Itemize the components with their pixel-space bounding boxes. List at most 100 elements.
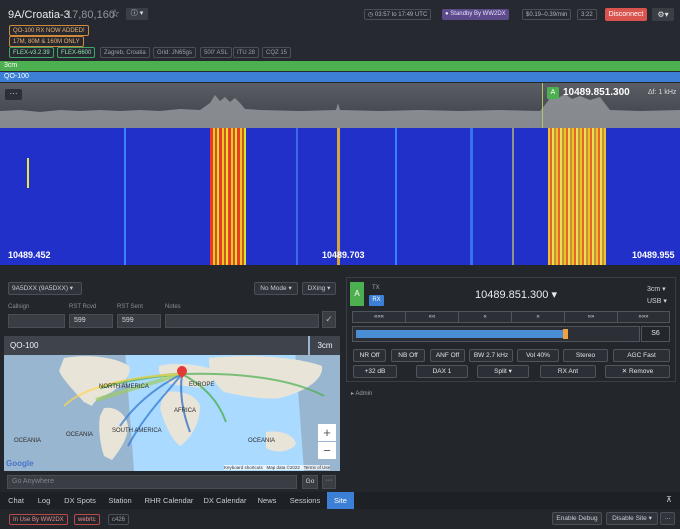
admin-toggle[interactable]: ▸ Admin: [351, 390, 372, 397]
tune-up-2-button[interactable]: »»: [564, 311, 618, 323]
bandwidth-button[interactable]: BW 2.7 kHz: [469, 349, 513, 362]
webrtc-badge: webrtc: [74, 514, 100, 525]
slice-mode-select[interactable]: USB ▾: [647, 297, 667, 305]
panadapter[interactable]: ··· A 10489.851.300 Δf: 1 kHz: [0, 83, 680, 128]
time-badge: 3:22: [577, 9, 597, 20]
band-bar-qo100[interactable]: QO-100: [0, 72, 680, 82]
tab-news[interactable]: News: [255, 492, 279, 509]
zoom-in-button[interactable]: +: [318, 424, 336, 441]
s-meter: [352, 326, 640, 342]
asl-badge: 500' ASL: [200, 47, 232, 58]
location-badge: Zagreb, Croatia: [100, 47, 150, 58]
dxing-select[interactable]: DXing ▾: [302, 282, 336, 295]
radio-version-badge: FLEX-v3.2.39: [9, 47, 54, 58]
clock-icon: ◷: [368, 12, 375, 18]
waterfall-carrier-1: [337, 128, 340, 265]
nr-button[interactable]: NR Off: [353, 349, 386, 362]
map-header: QO-100 3cm: [4, 336, 340, 355]
station-callsign: 9A/Croatia-3: [8, 9, 70, 21]
map-label-pacific-1: OCEANIA: [14, 438, 42, 444]
check-icon[interactable]: ✓: [322, 311, 336, 328]
map-more-button[interactable]: ···: [322, 475, 336, 489]
tune-down-1-button[interactable]: «: [458, 311, 512, 323]
utc-range-badge: ◷ 03:57 to 17:49 UTC: [364, 9, 432, 20]
waterfall[interactable]: [0, 128, 680, 265]
settings-icon[interactable]: ⚙▾: [652, 8, 674, 21]
map-label-oceania: OCEANIA: [248, 438, 276, 444]
slice-frequency[interactable]: 10489.851.300 ▾: [475, 288, 557, 301]
map-label-africa: AFRICA: [174, 408, 197, 414]
tune-down-2-button[interactable]: ««: [405, 311, 459, 323]
anf-button[interactable]: ANF Off: [430, 349, 465, 362]
map-panel[interactable]: NORTH AMERICA EUROPE AFRICA SOUTH AMERIC…: [4, 336, 340, 471]
world-map: [4, 336, 340, 471]
slice-band-select[interactable]: 3cm ▾: [647, 285, 666, 293]
enable-debug-button[interactable]: Enable Debug: [552, 512, 602, 525]
in-use-badge: In Use By WW2DX: [9, 514, 68, 525]
station-frequencies: 17,80,160: [66, 9, 115, 21]
tab-station[interactable]: Station: [104, 492, 136, 509]
grid-badge: Grid: JN65gs: [153, 47, 197, 58]
map-attribution: Keyboard shortcuts Map data ©2022 Terms …: [224, 465, 331, 470]
pin-icon[interactable]: ⊼: [666, 495, 672, 504]
code-badge: c426: [108, 514, 130, 525]
waterfall-carrier-2: [395, 128, 397, 265]
rx-antenna-button[interactable]: RX Ant: [540, 365, 596, 378]
rf-gain-button[interactable]: +32 dB: [353, 365, 397, 378]
google-logo: Google: [6, 459, 34, 468]
stereo-button[interactable]: Stereo: [563, 349, 608, 362]
slice-marker-label[interactable]: A: [547, 87, 559, 99]
tab-sessions[interactable]: Sessions: [286, 492, 324, 509]
tune-up-1-button[interactable]: »: [511, 311, 565, 323]
notes-input[interactable]: [165, 314, 319, 328]
standby-badge: ● Standby By WW2DX: [442, 9, 509, 20]
nb-button[interactable]: NB Off: [391, 349, 425, 362]
map-label-pacific-2: OCEANIA: [66, 432, 94, 438]
tx-label[interactable]: TX: [372, 285, 380, 291]
panadapter-menu-button[interactable]: ···: [5, 89, 22, 100]
notice-badge-2: 17M, 80M & 160M ONLY: [9, 36, 84, 47]
disable-site-button[interactable]: Disable Site ▾: [606, 512, 658, 525]
tab-site[interactable]: Site: [327, 492, 354, 509]
s-meter-reading: S6: [641, 326, 670, 342]
notice-badge-1: QO-100 RX NOW ADDED!: [9, 25, 89, 36]
station-select[interactable]: 9A5DXX (9A5DXX) ▾: [8, 282, 82, 295]
rst-rcvd-input[interactable]: 599: [69, 314, 113, 328]
info-icon[interactable]: ⓘ ▾: [126, 8, 148, 20]
tab-chat[interactable]: Chat: [3, 492, 29, 509]
zoom-out-button[interactable]: −: [318, 442, 336, 459]
dax-button[interactable]: DAX 1: [416, 365, 468, 378]
itu-badge: ITU 28: [233, 47, 260, 58]
tab-dx-calendar[interactable]: DX Calendar: [201, 492, 249, 509]
waterfall-carrier-4: [124, 128, 126, 265]
rst-sent-label: RST Sent: [117, 304, 143, 310]
tab-log[interactable]: Log: [32, 492, 56, 509]
map-label-europe: EUROPE: [189, 382, 215, 388]
map-label-north-america: NORTH AMERICA: [99, 384, 149, 390]
tab-dx-spots[interactable]: DX Spots: [61, 492, 99, 509]
map-label-south-america: SOUTH AMERICA: [112, 428, 162, 434]
remove-slice-button[interactable]: ✕ Remove: [605, 365, 670, 378]
agc-button[interactable]: AGC Fast: [613, 349, 670, 362]
disconnect-button[interactable]: Disconnect: [605, 8, 647, 21]
split-button[interactable]: Split ▾: [477, 365, 529, 378]
status-more-button[interactable]: ···: [660, 512, 675, 525]
star-icon[interactable]: ☆: [110, 7, 120, 20]
map-go-button[interactable]: Go: [302, 475, 318, 489]
map-search-input[interactable]: Go Anywhere: [7, 475, 297, 489]
tune-up-3-button[interactable]: »»»: [617, 311, 670, 323]
tab-rhr-calendar[interactable]: RHR Calendar: [142, 492, 196, 509]
tune-down-3-button[interactable]: «««: [352, 311, 406, 323]
header-bar: 9A/Croatia-3 17,80,160 ☆ ⓘ ▾ ◷ 03:57 to …: [0, 0, 680, 60]
mode-select[interactable]: No Mode ▾: [254, 282, 298, 295]
rst-sent-input[interactable]: 599: [117, 314, 161, 328]
band-bar-3cm[interactable]: 3cm: [0, 61, 680, 71]
waterfall-signal-1: [210, 128, 246, 265]
notes-label: Notes: [165, 304, 181, 310]
rx-button[interactable]: RX: [369, 295, 384, 306]
volume-button[interactable]: Vol 40%: [517, 349, 559, 362]
callsign-input[interactable]: [8, 314, 65, 328]
map-title: QO-100: [4, 336, 308, 355]
slice-letter-button[interactable]: A: [350, 282, 364, 306]
delta-frequency: Δf: 1 kHz: [648, 89, 677, 96]
